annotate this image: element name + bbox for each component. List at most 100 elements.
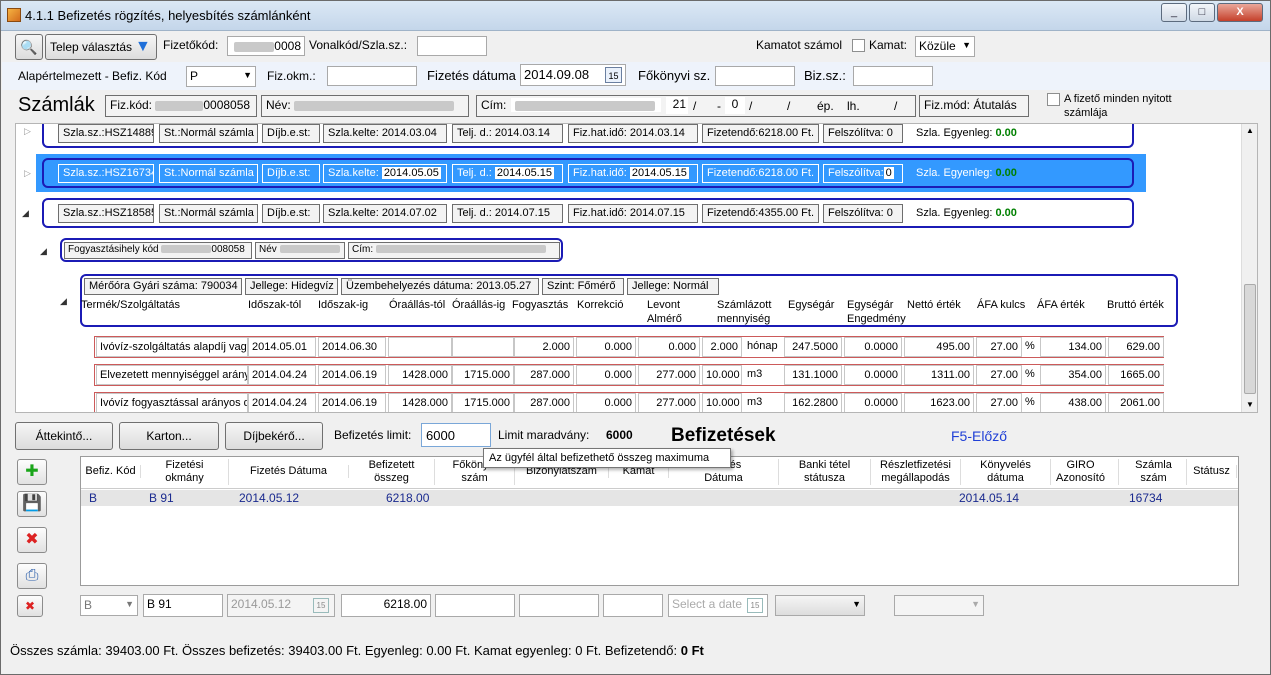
item-oratol[interactable] (388, 337, 452, 357)
tree-scrollbar[interactable]: ▲ ▼ (1241, 124, 1257, 412)
vonalkod-input[interactable] (417, 36, 487, 56)
item-netto[interactable]: 495.00 (904, 337, 974, 357)
item-levont[interactable]: 277.000 (638, 393, 700, 412)
grid-header-9[interactable]: Részletfizetési megállapodás (871, 459, 961, 485)
item-name[interactable]: Ivóvíz-szolgáltatás alapdíj vagy (96, 337, 248, 357)
grid-header-3[interactable]: Befizetett összeg (349, 459, 435, 485)
item-tol[interactable]: 2014.04.24 (248, 365, 316, 385)
item-menny[interactable]: 2.000 (702, 337, 742, 357)
fokonyvi-input[interactable] (715, 66, 795, 86)
edit-banki-select[interactable]: ▼ (775, 595, 865, 616)
item-eng[interactable]: 0.0000 (844, 337, 902, 357)
edit-reszlet-select[interactable]: ▼ (894, 595, 984, 616)
collapse-icon[interactable]: ◢ (60, 296, 67, 307)
fizetokod-input[interactable]: 0008 (227, 36, 305, 56)
item-tol[interactable]: 2014.04.24 (248, 393, 316, 412)
item-tol[interactable]: 2014.05.01 (248, 337, 316, 357)
kamat-select[interactable]: Közüle ▼ (915, 36, 975, 57)
calendar-icon[interactable]: 15 (313, 598, 329, 613)
close-button[interactable]: X (1217, 3, 1263, 22)
item-afa-kulcs[interactable]: 27.00 (976, 393, 1022, 412)
delete-icon[interactable]: ✖ (17, 527, 47, 553)
grid-header-8[interactable]: Banki tétel státusza (779, 459, 871, 485)
item-afa[interactable]: 354.00 (1040, 365, 1106, 385)
minden-nyitott-checkbox[interactable] (1047, 93, 1060, 106)
item-oratol[interactable]: 1428.000 (388, 365, 452, 385)
item-ig[interactable]: 2014.06.19 (318, 365, 386, 385)
item-korr[interactable]: 0.000 (576, 365, 636, 385)
maximize-button[interactable]: □ (1189, 3, 1215, 22)
scroll-down-icon[interactable]: ▼ (1246, 400, 1254, 409)
calendar-icon[interactable]: 15 (605, 67, 622, 83)
item-ig[interactable]: 2014.06.19 (318, 393, 386, 412)
grid-header-2[interactable]: Fizetés Dátuma (229, 465, 349, 478)
minimize-button[interactable]: _ (1161, 3, 1187, 22)
item-egysar[interactable]: 162.2800 (784, 393, 842, 412)
edit-kod-select[interactable]: B ▼ (80, 595, 138, 616)
table-row[interactable]: B B 91 2014.05.12 6218.00 2014.05.14 167… (81, 490, 1238, 506)
item-egysar[interactable]: 131.1000 (784, 365, 842, 385)
attekinto-button[interactable]: Áttekintő... (15, 422, 113, 450)
item-fogy[interactable]: 287.000 (514, 365, 574, 385)
item-levont[interactable]: 277.000 (638, 365, 700, 385)
edit-fokonyvi-input[interactable] (435, 594, 515, 617)
item-korr[interactable]: 0.000 (576, 393, 636, 412)
dijbekero-button[interactable]: Díjbekérő... (225, 422, 323, 450)
grid-header-11[interactable]: GIRO Azonosító (1043, 459, 1119, 485)
limit-input[interactable]: 6000 (421, 423, 491, 447)
add-icon[interactable]: ✚ (17, 459, 47, 485)
item-brutto[interactable]: 1665.00 (1108, 365, 1164, 385)
collapse-icon[interactable]: ◢ (40, 246, 47, 257)
scroll-thumb[interactable] (1244, 284, 1256, 394)
item-menny[interactable]: 10.000 (702, 365, 742, 385)
item-afa-kulcs[interactable]: 27.00 (976, 337, 1022, 357)
item-oraig[interactable]: 1715.000 (452, 365, 514, 385)
item-name[interactable]: Ivóvíz fogyasztással arányos díj (96, 393, 248, 412)
f5-elozo-link[interactable]: F5-Előző (951, 428, 1007, 444)
item-eng[interactable]: 0.0000 (844, 393, 902, 412)
grid-header-13[interactable]: Státusz (1187, 465, 1237, 478)
print-icon[interactable]: ⎙ (17, 563, 47, 589)
expand-icon[interactable]: ▷ (24, 126, 31, 137)
fizokm-input[interactable] (327, 66, 417, 86)
item-levont[interactable]: 0.000 (638, 337, 700, 357)
item-egysar[interactable]: 247.5000 (784, 337, 842, 357)
bizsz-input[interactable] (853, 66, 933, 86)
grid-header-0[interactable]: Befiz. Kód (81, 465, 141, 478)
item-name[interactable]: Elvezetett mennyiséggel arányo (96, 365, 248, 385)
edit-osszeg-input[interactable]: 6218.00 (341, 594, 431, 617)
calendar-icon[interactable]: 15 (747, 598, 763, 613)
alap-befiz-kod-select[interactable]: P ▼ (186, 66, 256, 87)
item-brutto[interactable]: 629.00 (1108, 337, 1164, 357)
expand-icon[interactable]: ▷ (24, 168, 31, 179)
grid-header-1[interactable]: Fizetési okmány (141, 459, 229, 485)
edit-kamat-input[interactable] (603, 594, 663, 617)
karton-button[interactable]: Karton... (119, 422, 219, 450)
save-icon[interactable]: 💾 (17, 491, 47, 517)
kamatot-szamol-checkbox[interactable] (852, 39, 865, 52)
item-brutto[interactable]: 2061.00 (1108, 393, 1164, 412)
grid-header-10[interactable]: Könyvelés dátuma (961, 459, 1051, 485)
item-afa-kulcs[interactable]: 27.00 (976, 365, 1022, 385)
item-netto[interactable]: 1623.00 (904, 393, 974, 412)
item-ig[interactable]: 2014.06.30 (318, 337, 386, 357)
grid-header-12[interactable]: Számla szám (1121, 459, 1187, 485)
item-oraig[interactable]: 1715.000 (452, 393, 514, 412)
search-icon[interactable]: 🔍 (15, 34, 43, 60)
cancel-icon[interactable]: ✖ (17, 595, 43, 617)
item-fogy[interactable]: 287.000 (514, 393, 574, 412)
item-afa[interactable]: 134.00 (1040, 337, 1106, 357)
item-eng[interactable]: 0.0000 (844, 365, 902, 385)
item-fogy[interactable]: 2.000 (514, 337, 574, 357)
edit-okmany-input[interactable]: B 91 (143, 594, 223, 617)
item-oratol[interactable]: 1428.000 (388, 393, 452, 412)
collapse-icon[interactable]: ◢ (22, 208, 29, 219)
telep-select-button[interactable]: Telep választás ▼ (45, 34, 157, 60)
item-menny[interactable]: 10.000 (702, 393, 742, 412)
item-netto[interactable]: 1311.00 (904, 365, 974, 385)
item-afa[interactable]: 438.00 (1040, 393, 1106, 412)
edit-bizonylat-input[interactable] (519, 594, 599, 617)
scroll-up-icon[interactable]: ▲ (1246, 126, 1254, 135)
item-oraig[interactable] (452, 337, 514, 357)
item-korr[interactable]: 0.000 (576, 337, 636, 357)
